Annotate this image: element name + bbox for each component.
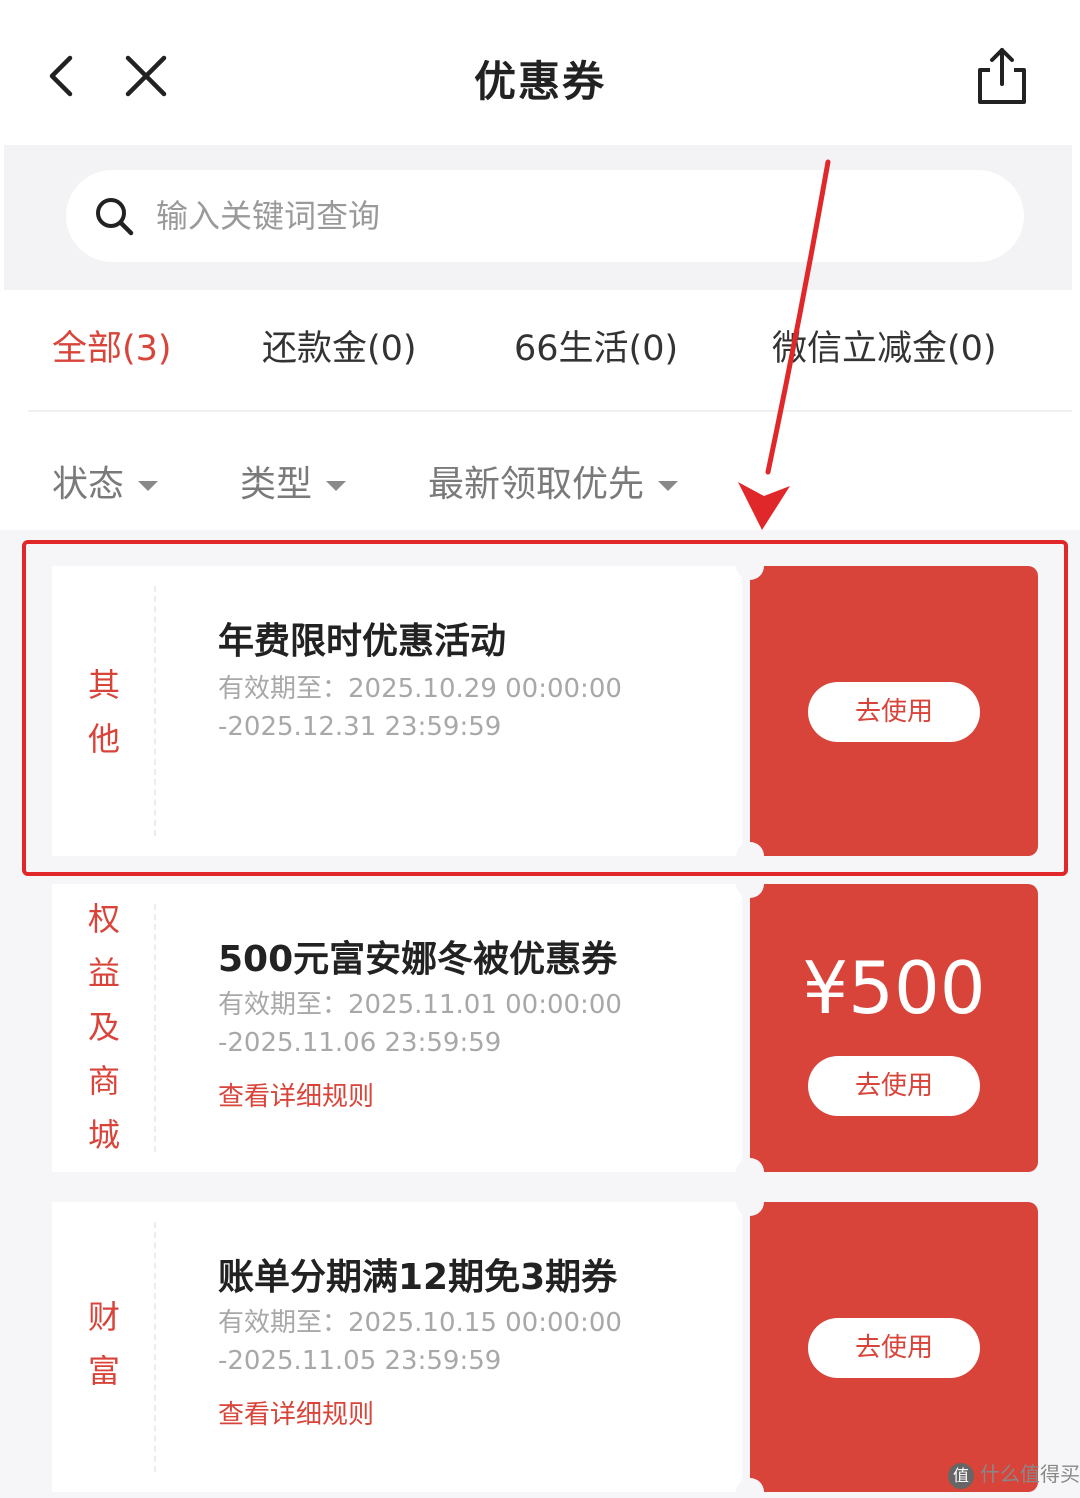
- coupon-title: 账单分期满12期免3期券: [218, 1257, 618, 1298]
- coupon-category: 权益及商城: [52, 892, 156, 1162]
- page-title: 优惠券: [473, 57, 606, 106]
- coupon-category-text: 财富: [87, 1298, 120, 1390]
- coupon-action-panel: 去使用: [736, 1188, 1038, 1498]
- tabs-divider: [28, 410, 1072, 412]
- coupon-divider: [154, 1222, 156, 1472]
- filter-type-label: 类型: [240, 464, 313, 505]
- coupon-category: 财富: [52, 1290, 156, 1398]
- use-coupon-button[interactable]: 去使用: [808, 1318, 980, 1378]
- coupon-notch: [736, 1158, 764, 1186]
- coupon-tabs: 全部(3) 还款金(0) 66生活(0) 微信立减金(0): [0, 320, 1080, 390]
- watermark-logo: 值: [948, 1462, 974, 1489]
- filter-status[interactable]: 状态: [52, 455, 159, 507]
- coupon-valid-to: -2025.11.06 23:59:59: [218, 1028, 502, 1058]
- filter-status-label: 状态: [52, 464, 125, 505]
- tab-repayment[interactable]: 还款金(0): [262, 320, 417, 371]
- coupon-divider: [154, 904, 156, 1152]
- view-rules-link[interactable]: 查看详细规则: [218, 1394, 374, 1431]
- view-rules-link[interactable]: 查看详细规则: [218, 1076, 374, 1113]
- filter-type[interactable]: 类型: [240, 455, 347, 507]
- tab-all[interactable]: 全部(3): [52, 320, 172, 371]
- coupon-body: 财富 账单分期满12期免3期券 有效期至：2025.10.15 00:00:00…: [52, 1202, 742, 1492]
- caret-down-icon: [326, 481, 347, 491]
- use-coupon-button[interactable]: 去使用: [808, 1056, 980, 1116]
- tab-wechat-discount[interactable]: 微信立减金(0): [772, 320, 997, 371]
- coupon-category-text: 权益及商城: [87, 900, 120, 1154]
- tab-66-life[interactable]: 66生活(0): [514, 320, 678, 371]
- search-icon: [96, 198, 134, 236]
- coupon-valid-to: -2025.11.05 23:59:59: [218, 1346, 502, 1376]
- top-bar: 优惠券: [0, 0, 1080, 150]
- coupon-title: 500元富安娜冬被优惠券: [218, 939, 618, 980]
- coupon-body: 权益及商城 500元富安娜冬被优惠券 有效期至：2025.11.01 00:00…: [52, 884, 742, 1172]
- coupon-valid-from: 有效期至：2025.11.01 00:00:00: [218, 990, 622, 1020]
- search-input[interactable]: [156, 188, 976, 244]
- caret-down-icon: [138, 481, 159, 491]
- filter-sort-label: 最新领取优先: [428, 464, 645, 505]
- coupon-card[interactable]: 财富 账单分期满12期免3期券 有效期至：2025.10.15 00:00:00…: [52, 1188, 1038, 1498]
- watermark-text: 什么值得买: [980, 1462, 1080, 1486]
- coupon-notch: [736, 1478, 764, 1498]
- watermark: 值什么值得买: [948, 1458, 1080, 1492]
- share-icon[interactable]: [970, 44, 1034, 108]
- coupon-valid-from: 有效期至：2025.10.15 00:00:00: [218, 1308, 622, 1338]
- caret-down-icon: [658, 481, 679, 491]
- coupon-amount: ¥500: [802, 946, 986, 1030]
- coupon-action-panel: ¥500 去使用: [736, 870, 1038, 1186]
- coupon-notch: [736, 1188, 764, 1216]
- coupon-card[interactable]: 权益及商城 500元富安娜冬被优惠券 有效期至：2025.11.01 00:00…: [52, 870, 1038, 1186]
- filter-sort[interactable]: 最新领取优先: [428, 455, 679, 507]
- highlight-annotation: [22, 540, 1068, 876]
